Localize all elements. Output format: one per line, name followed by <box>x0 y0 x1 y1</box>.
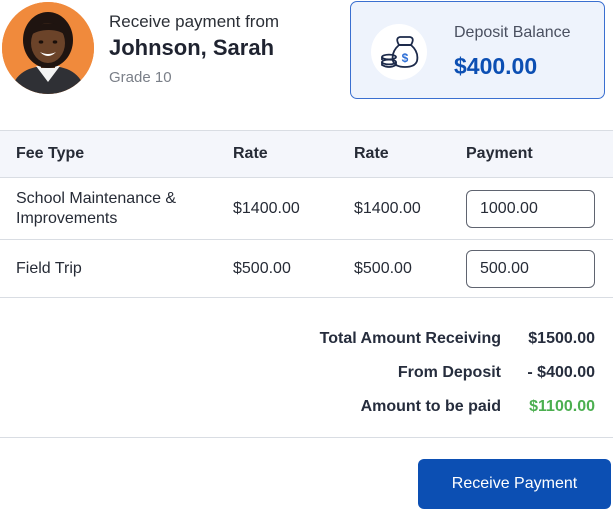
fee-table: Fee Type Rate Rate Payment School Mainte… <box>0 130 613 298</box>
from-deposit-value: - $400.00 <box>527 364 595 381</box>
deposit-balance-card: $ Deposit Balance $400.00 <box>350 1 605 99</box>
deposit-balance-label: Deposit Balance <box>454 24 571 41</box>
total-receiving-label: Total Amount Receiving <box>319 330 501 347</box>
summary-total: Total Amount Receiving $1500.00 <box>175 327 595 351</box>
rate-cell: $500.00 <box>233 259 291 277</box>
fee-type-cell: Field Trip <box>16 259 82 277</box>
student-avatar <box>2 2 94 94</box>
summary-deposit: From Deposit - $400.00 <box>175 361 595 385</box>
header-fee-type: Fee Type <box>16 145 85 162</box>
payer-grade: Grade 10 <box>109 69 172 86</box>
amount-due-value: $1100.00 <box>529 398 595 415</box>
header-payment: Payment <box>466 145 533 162</box>
fee-table-header: Fee Type Rate Rate Payment <box>0 130 613 178</box>
payer-info: Receive payment from Johnson, Sarah Grad… <box>109 12 279 88</box>
money-bag-coins-icon: $ <box>371 24 427 80</box>
payer-caption: Receive payment from <box>109 12 280 31</box>
payment-cell <box>466 240 596 297</box>
header-rate: Rate <box>233 145 268 162</box>
header-rate-2: Rate <box>354 145 389 162</box>
svg-text:$: $ <box>402 51 409 65</box>
payment-input[interactable] <box>466 249 595 288</box>
summary-due: Amount to be paid $1100.00 <box>175 395 595 419</box>
divider <box>0 437 613 438</box>
payment-cell <box>466 178 596 239</box>
deposit-balance-value: $400.00 <box>454 53 538 79</box>
fee-type-cell: School Maintenance & Improvements <box>16 189 177 227</box>
amount-due-label: Amount to be paid <box>360 398 501 415</box>
table-row: School Maintenance & Improvements $1400.… <box>0 178 613 240</box>
rate-cell-2: $500.00 <box>354 259 412 277</box>
payer-name: Johnson, Sarah <box>109 35 275 60</box>
student-photo <box>2 2 94 94</box>
payment-input[interactable] <box>466 189 595 228</box>
total-receiving-value: $1500.00 <box>528 330 595 347</box>
from-deposit-label: From Deposit <box>397 364 501 381</box>
rate-cell: $1400.00 <box>233 199 300 217</box>
rate-cell-2: $1400.00 <box>354 199 421 217</box>
table-row: Field Trip $500.00 $500.00 <box>0 240 613 298</box>
receive-payment-button[interactable]: Receive Payment <box>418 459 611 509</box>
